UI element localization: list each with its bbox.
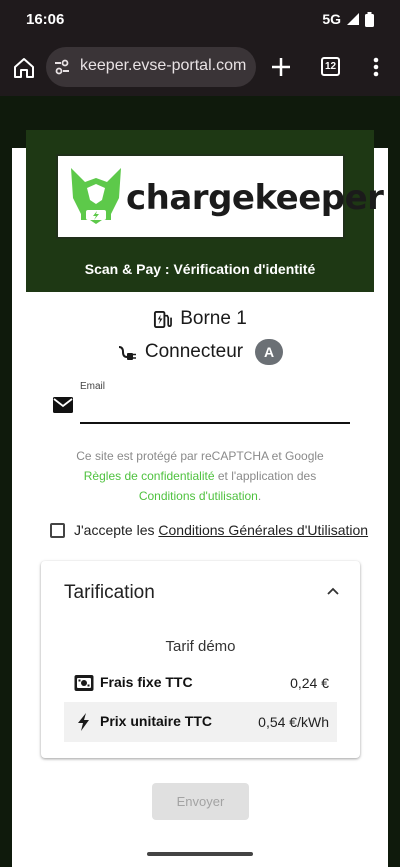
recaptcha-notice: Ce site est protégé par reCAPTCHA et Goo…: [40, 446, 360, 506]
page-subtitle: Scan & Pay : Vérification d'identité: [84, 261, 316, 277]
url-text[interactable]: keeper.evse-portal.com: [80, 57, 252, 75]
status-time: 16:06: [26, 11, 65, 28]
tariff-name: Tarif démo: [165, 638, 236, 655]
submit-button[interactable]: Envoyer: [152, 783, 249, 820]
recaptcha-period: .: [257, 489, 262, 503]
fee-row-unit: Prix unitaire TTC 0,54 €/kWh: [64, 702, 337, 742]
cgu-label: J'accepte les Conditions Générales d'Uti…: [74, 522, 368, 538]
battery-icon: [365, 11, 374, 27]
browser-toolbar: keeper.evse-portal.com 12: [0, 40, 400, 96]
bolt-icon: [78, 713, 89, 731]
signal-icon: [347, 13, 359, 25]
cash-icon: [74, 675, 94, 691]
privacy-policy-link[interactable]: Règles de confidentialité: [84, 469, 215, 483]
cgu-checkbox[interactable]: [50, 522, 65, 538]
more-menu-icon[interactable]: [366, 54, 386, 80]
gesture-navigation-bar[interactable]: [147, 852, 253, 856]
cgu-link[interactable]: Conditions Générales d'Utilisation: [158, 522, 368, 538]
charging-station-icon: [154, 310, 173, 328]
connector-id-badge: A: [255, 339, 284, 365]
home-icon[interactable]: [12, 56, 36, 80]
email-label: Email: [80, 381, 106, 392]
fee-row-fixed: Frais fixe TTC 0,24 €: [64, 663, 337, 703]
station-label: Borne 1: [180, 308, 247, 329]
recaptcha-text: Ce site est protégé par reCAPTCHA et Goo…: [76, 449, 324, 463]
address-bar[interactable]: keeper.evse-portal.com: [46, 47, 256, 87]
connector-label: Connecteur: [144, 341, 244, 362]
status-bar: 16:06 5G: [0, 0, 400, 40]
email-field[interactable]: [80, 398, 350, 424]
chevron-up-icon[interactable]: [325, 583, 341, 599]
cgu-prefix: J'accepte les: [74, 522, 159, 538]
logo-wordmark: chargekeeper: [126, 178, 384, 218]
brand-header: chargekeeper Scan & Pay : Vérification d…: [26, 130, 384, 292]
terms-of-service-link[interactable]: Conditions d'utilisation: [139, 489, 258, 503]
recaptcha-and-text: et l'application des: [214, 469, 317, 483]
brand-logo: chargekeeper: [56, 154, 384, 239]
cgu-consent-row: J'accepte les Conditions Générales d'Uti…: [50, 522, 368, 538]
site-settings-icon[interactable]: [53, 58, 71, 76]
pricing-panel: Tarification Tarif démo Frais fixe TTC 0…: [41, 561, 360, 758]
email-icon: [53, 397, 73, 413]
dog-logo-icon: [71, 168, 121, 224]
status-indicators: 5G: [322, 11, 374, 27]
network-label: 5G: [322, 11, 341, 27]
pricing-title[interactable]: Tarification: [64, 582, 155, 604]
connector-row: Connecteur A: [0, 339, 400, 365]
new-tab-icon[interactable]: [268, 54, 294, 80]
plug-icon: [118, 346, 136, 360]
tab-switcher-button[interactable]: 12: [321, 57, 340, 76]
station-row: Borne 1: [0, 308, 400, 330]
fee-value: 0,24 €: [290, 675, 329, 691]
fee-label: Prix unitaire TTC: [100, 713, 213, 729]
fee-label: Frais fixe TTC: [100, 674, 193, 690]
fee-value: 0,54 €/kWh: [258, 714, 329, 730]
